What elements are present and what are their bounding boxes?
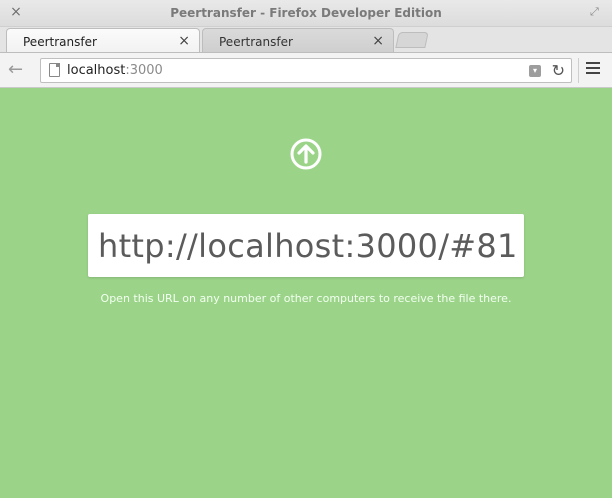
back-arrow-icon[interactable]: ← xyxy=(8,61,28,81)
reload-icon[interactable]: ↻ xyxy=(552,61,565,80)
tab-close-icon[interactable]: × xyxy=(178,33,190,49)
tab-close-icon[interactable]: × xyxy=(372,33,384,49)
tab-peertransfer-active[interactable]: Peertransfer × xyxy=(6,28,200,52)
url-bar[interactable]: localhost:3000 ▾ ↻ xyxy=(40,58,572,83)
share-url-text[interactable]: http://localhost:3000/#81 xyxy=(98,227,518,265)
navigation-toolbar: ← localhost:3000 ▾ ↻ xyxy=(0,52,612,88)
url-host: localhost xyxy=(67,63,126,78)
hamburger-menu-icon[interactable] xyxy=(586,62,600,78)
window-maximize-icon[interactable]: ⤢ xyxy=(590,6,602,18)
tab-label: Peertransfer xyxy=(23,35,97,49)
url-text[interactable]: localhost:3000 xyxy=(67,63,163,78)
page-content: http://localhost:3000/#81 Open this URL … xyxy=(0,88,612,498)
tab-peertransfer[interactable]: Peertransfer × xyxy=(202,28,394,52)
toolbar-divider xyxy=(578,58,579,83)
arrow-up-circle-icon[interactable] xyxy=(290,138,322,170)
tab-strip: Peertransfer × Peertransfer × xyxy=(0,27,612,52)
new-tab-button[interactable] xyxy=(395,32,429,48)
history-dropdown-icon[interactable]: ▾ xyxy=(529,65,541,77)
share-instruction-text: Open this URL on any number of other com… xyxy=(100,292,512,305)
tab-label: Peertransfer xyxy=(219,35,293,49)
share-url-field[interactable]: http://localhost:3000/#81 xyxy=(88,214,524,277)
window-title: Peertransfer - Firefox Developer Edition xyxy=(170,6,442,20)
page-icon xyxy=(49,63,60,77)
title-bar: × Peertransfer - Firefox Developer Editi… xyxy=(0,0,612,27)
url-port: :3000 xyxy=(125,63,163,78)
